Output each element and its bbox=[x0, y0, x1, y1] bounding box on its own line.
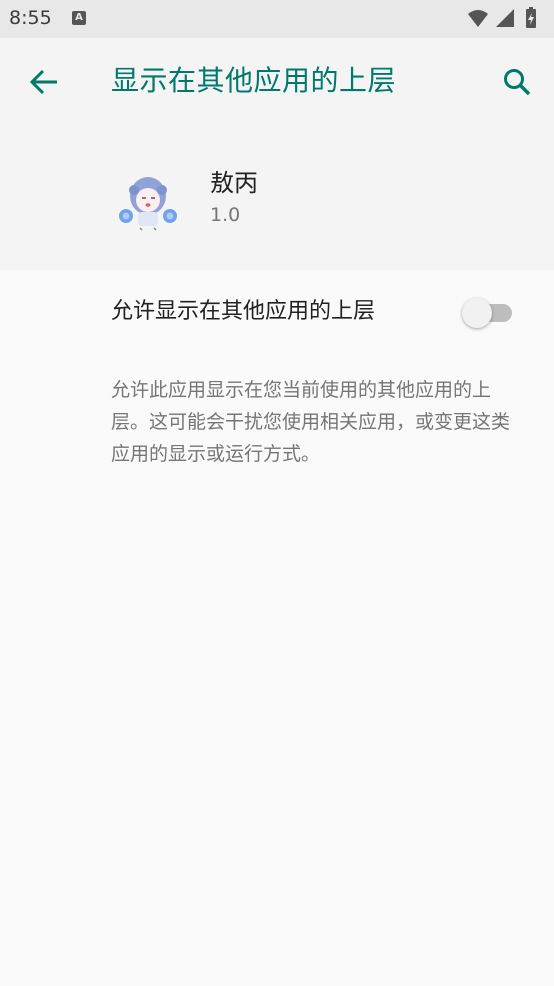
a-notification-icon: A bbox=[72, 11, 86, 25]
status-time: 8:55 bbox=[9, 7, 52, 29]
search-button[interactable] bbox=[495, 60, 539, 104]
status-icons bbox=[468, 7, 536, 28]
permission-label: 允许显示在其他应用的上层 bbox=[111, 299, 376, 324]
permission-toggle-row[interactable]: 允许显示在其他应用的上层 bbox=[0, 270, 554, 356]
app-icon bbox=[119, 177, 177, 231]
switch-thumb bbox=[462, 298, 492, 328]
page-title: 显示在其他应用的上层 bbox=[111, 64, 397, 97]
status-bar: 8:55 A bbox=[0, 0, 554, 38]
permission-switch[interactable] bbox=[462, 298, 514, 328]
search-icon bbox=[504, 69, 531, 96]
signal-icon bbox=[496, 9, 514, 27]
app-header: 敖丙 1.0 bbox=[0, 124, 554, 270]
app-name: 敖丙 bbox=[210, 169, 258, 197]
arrow-back-icon bbox=[29, 69, 57, 95]
battery-charging-icon bbox=[526, 7, 536, 28]
wifi-icon bbox=[468, 10, 488, 27]
app-version: 1.0 bbox=[210, 204, 241, 226]
back-button[interactable] bbox=[22, 60, 66, 104]
permission-description: 允许此应用显示在您当前使用的其他应用的上层。这可能会干扰您使用相关应用，或变更这… bbox=[111, 379, 511, 465]
toolbar: 显示在其他应用的上层 bbox=[0, 38, 554, 124]
